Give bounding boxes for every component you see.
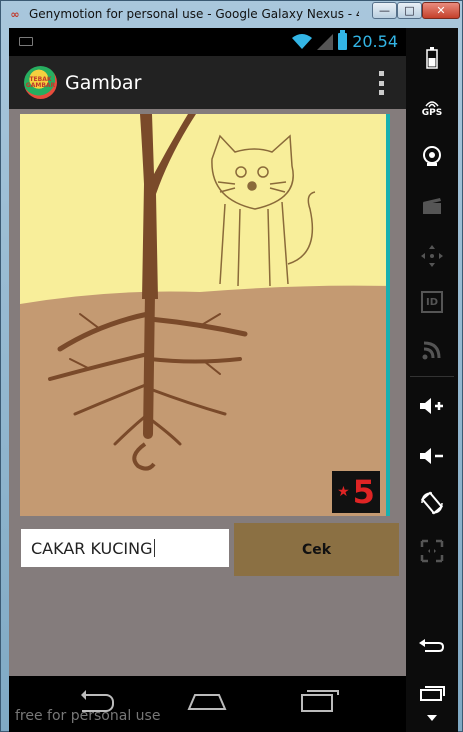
maximize-button[interactable]: □: [397, 2, 422, 19]
minimize-button[interactable]: —: [372, 2, 397, 19]
signal-icon: [317, 33, 334, 50]
window-titlebar: ∞ Genymotion for personal use - Google G…: [1, 1, 463, 27]
keyboard-icon: [19, 37, 33, 46]
menu-icon[interactable]: [406, 708, 458, 728]
back-icon[interactable]: [406, 626, 458, 666]
text-cursor: [153, 539, 155, 557]
puzzle-image: ★ 5: [20, 114, 390, 516]
genymotion-toolbar: GPS ID: [406, 28, 458, 732]
id-icon[interactable]: ID: [406, 282, 458, 322]
answer-input[interactable]: CAKAR KUCING: [21, 529, 229, 567]
answer-text: CAKAR KUCING: [31, 538, 153, 558]
clapper-icon[interactable]: [406, 186, 458, 226]
cek-button[interactable]: Cek: [234, 523, 399, 576]
page-title: Gambar: [65, 71, 142, 94]
status-bar: 20.54: [9, 28, 406, 56]
volume-down-icon[interactable]: [406, 436, 458, 476]
camera-icon[interactable]: [406, 136, 458, 176]
recent-apps-icon[interactable]: [406, 673, 458, 713]
scale-icon[interactable]: [406, 531, 458, 571]
watermark-text: free for personal use: [15, 708, 161, 724]
puzzle-illustration: [20, 114, 386, 516]
battery-icon: [338, 30, 348, 50]
level-number: 5: [352, 473, 375, 511]
recent-apps-icon[interactable]: [301, 690, 339, 712]
rss-icon[interactable]: [406, 330, 458, 370]
home-icon[interactable]: [187, 691, 227, 711]
volume-up-icon[interactable]: [406, 386, 458, 426]
logo-text: TEBAK GAMBAR: [25, 75, 56, 89]
more-vert-icon[interactable]: [378, 71, 384, 95]
genymotion-window: ∞ Genymotion for personal use - Google G…: [0, 0, 463, 732]
gps-label: GPS: [421, 108, 443, 118]
android-screen: 20.54 TEBAK GAMBAR Gambar ★ 5 CAKAR KUCI…: [9, 28, 406, 732]
dpad-icon[interactable]: [406, 236, 458, 276]
star-icon: ★: [337, 484, 350, 500]
genymotion-app-icon: ∞: [10, 7, 20, 21]
window-title: Genymotion for personal use - Google Gal…: [29, 7, 359, 21]
status-clock: 20.54: [352, 32, 398, 51]
id-label: ID: [421, 291, 443, 313]
level-badge: ★ 5: [332, 471, 380, 513]
game-content: ★ 5 CAKAR KUCING Cek: [9, 109, 406, 676]
close-button[interactable]: ✕: [422, 2, 460, 19]
action-bar: TEBAK GAMBAR Gambar: [9, 56, 406, 109]
gps-icon[interactable]: GPS: [406, 88, 458, 128]
wifi-icon: [292, 33, 313, 49]
rotate-icon[interactable]: [406, 483, 458, 523]
app-logo[interactable]: TEBAK GAMBAR: [24, 66, 57, 99]
battery-icon[interactable]: [406, 38, 458, 78]
